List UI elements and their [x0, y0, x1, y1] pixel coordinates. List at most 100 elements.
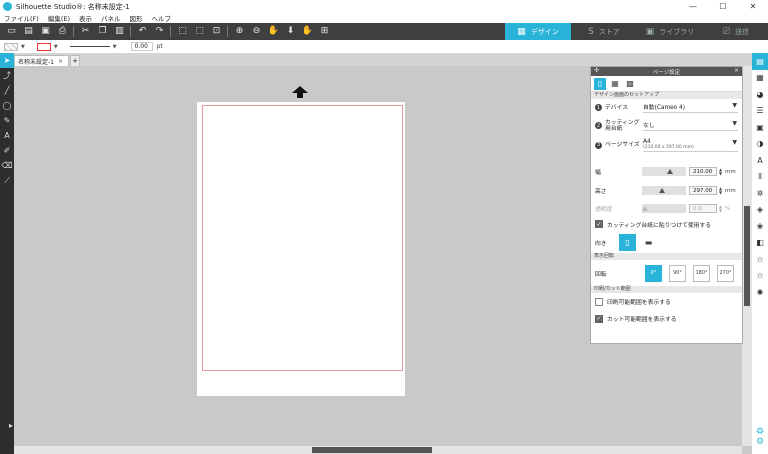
vertical-scrollbar[interactable] — [742, 66, 752, 446]
add-page-icon[interactable]: ⊞ — [319, 26, 330, 37]
tab-page-setup[interactable]: ▯ — [594, 77, 606, 90]
menu-panel[interactable]: パネル — [101, 13, 121, 23]
select-all-icon[interactable]: ⬚ — [177, 26, 188, 37]
fill-pattern-swatch[interactable] — [4, 42, 18, 51]
knife-tool-icon[interactable]: ⟋ — [0, 173, 14, 188]
text-tool-icon[interactable]: A — [0, 128, 14, 143]
offset-icon[interactable]: ▣ — [752, 119, 768, 136]
layers-icon[interactable]: ◧ — [752, 235, 768, 252]
menu-view[interactable]: 表示 — [79, 13, 92, 23]
vertical-scroll-thumb[interactable] — [744, 206, 750, 306]
redo-icon[interactable]: ↷ — [154, 26, 165, 37]
align-icon[interactable]: ⫴ — [752, 169, 768, 186]
brush-tool-icon[interactable]: ✐ — [0, 143, 14, 158]
zoom-area-icon[interactable]: ⊡ — [211, 26, 222, 37]
save-icon[interactable]: ▣ — [40, 26, 51, 37]
rotate-180-button[interactable]: 180° — [693, 264, 710, 282]
portrait-button[interactable]: ▯ — [619, 233, 636, 251]
menu-help[interactable]: ヘルプ — [152, 13, 172, 23]
shape-tool-icon[interactable]: ◯ — [0, 98, 14, 113]
text-style-icon[interactable]: A — [752, 152, 768, 169]
page-settings-icon[interactable]: ▤ — [752, 53, 768, 70]
width-input[interactable]: 210.00 — [689, 167, 717, 176]
line-style-icon[interactable]: ☰ — [752, 103, 768, 120]
zoom-in-icon[interactable]: ⊕ — [234, 26, 245, 37]
favorite-icon[interactable]: ☆ — [752, 251, 768, 268]
transparency-slider[interactable] — [642, 204, 686, 213]
tab-store[interactable]: S ストア — [571, 23, 637, 40]
menu-edit[interactable]: 編集(E) — [48, 13, 70, 23]
new-icon[interactable]: ▭ — [6, 26, 17, 37]
document-tab[interactable]: 名称未設定-1 × — [14, 55, 69, 66]
line-color-swatch[interactable] — [36, 42, 51, 51]
star-shape-icon[interactable]: ☆ — [752, 268, 768, 285]
height-input[interactable]: 297.00 — [689, 186, 717, 195]
close-tab-icon[interactable]: × — [58, 58, 63, 65]
undo-icon[interactable]: ↶ — [137, 26, 148, 37]
chevron-down-icon[interactable]: ▼ — [113, 44, 117, 50]
select-tool-icon[interactable]: ➤ — [0, 53, 14, 68]
transparency-input[interactable]: 0.0 — [689, 204, 717, 213]
transparency-stepper[interactable]: ▲ ▼ — [719, 204, 722, 213]
line-width-input[interactable]: 0.00 — [130, 42, 153, 51]
transparency-icon[interactable]: ◑ — [752, 136, 768, 153]
trace-icon[interactable]: ✲ — [752, 185, 768, 202]
eraser-tool-icon[interactable]: ⌫ — [0, 158, 14, 173]
chevron-down-icon[interactable]: ▼ — [21, 44, 25, 50]
horizontal-scroll-thumb[interactable] — [312, 447, 432, 453]
width-slider[interactable] — [642, 167, 686, 176]
add-tab-button[interactable]: + — [70, 55, 80, 66]
menu-file[interactable]: ファイル(F) — [4, 13, 39, 23]
page-size-select[interactable]: A4 (210.00 x 297.00 mm) ▼ — [643, 139, 738, 152]
rotate-0-button[interactable]: 0° — [645, 264, 662, 282]
deselect-icon[interactable]: ⬚ — [194, 26, 205, 37]
line-style-sample[interactable] — [69, 46, 110, 47]
fit-page-icon[interactable]: ⬇ — [285, 26, 296, 37]
zoom-drag-icon[interactable]: ✋ — [268, 26, 279, 37]
settings-icon[interactable]: ⚙ — [756, 437, 764, 447]
width-stepper[interactable]: ▲ ▼ — [719, 167, 722, 176]
point-edit-icon[interactable]: ⤴ — [0, 68, 14, 83]
rotate-90-button[interactable]: 90° — [669, 264, 686, 282]
pan-icon[interactable]: ✋ — [302, 26, 313, 37]
tab-design[interactable]: ▦ デザイン — [505, 23, 571, 40]
open-icon[interactable]: ▤ — [23, 26, 34, 37]
gear-icon[interactable]: ⚙ — [756, 427, 764, 437]
replicate-icon[interactable]: ◈ — [752, 202, 768, 219]
drag-handle-icon[interactable]: ✣ — [594, 67, 599, 74]
print-icon[interactable]: ⎙ — [57, 26, 68, 37]
tab-library[interactable]: ▣ ライブラリ — [637, 23, 703, 40]
minimize-button[interactable]: — — [678, 0, 708, 13]
copy-icon[interactable]: ❐ — [97, 26, 108, 37]
line-tool-icon[interactable]: ╱ — [0, 83, 14, 98]
chevron-down-icon[interactable]: ▼ — [54, 44, 58, 50]
pen-tool-icon[interactable]: ✎ — [0, 113, 14, 128]
document-tab-strip: 名称未設定-1 × + — [14, 53, 752, 66]
tab-registration[interactable]: ▩ — [624, 78, 636, 90]
menu-object[interactable]: 図形 — [130, 13, 143, 23]
sketch-icon[interactable]: ✺ — [752, 284, 768, 301]
rotate-270-button[interactable]: 270° — [717, 264, 734, 282]
cut-icon[interactable]: ✂ — [80, 26, 91, 37]
close-panel-icon[interactable]: × — [734, 67, 739, 74]
tab-send[interactable]: ⎚ 送信 — [703, 23, 768, 40]
close-window-button[interactable]: ✕ — [738, 0, 768, 13]
tab-grid[interactable]: ▦ — [609, 78, 621, 90]
show-cut-checkbox[interactable]: ✓ — [595, 314, 603, 323]
device-select[interactable]: 自動(Cameo 4) ▼ — [643, 102, 738, 113]
height-slider[interactable] — [642, 186, 686, 195]
maximize-button[interactable]: ☐ — [708, 0, 738, 13]
zoom-out-icon[interactable]: ⊖ — [251, 26, 262, 37]
horizontal-scrollbar[interactable] — [14, 446, 742, 454]
mat-select[interactable]: なし ▼ — [643, 120, 738, 131]
rhinestone-icon[interactable]: ❀ — [752, 218, 768, 235]
use-mat-checkbox[interactable]: ✓ — [595, 220, 603, 228]
send-panel-icon[interactable]: ▦ — [752, 70, 768, 87]
step-badge: 3 — [595, 141, 602, 149]
height-stepper[interactable]: ▲ ▼ — [719, 186, 722, 195]
panel-header[interactable]: ✣ ページ設定 × — [591, 67, 742, 76]
color-fill-icon[interactable]: ◕ — [752, 86, 768, 103]
landscape-button[interactable]: ▬ — [640, 234, 657, 251]
show-print-checkbox[interactable] — [595, 297, 603, 306]
paste-icon[interactable]: ▥ — [114, 26, 125, 37]
